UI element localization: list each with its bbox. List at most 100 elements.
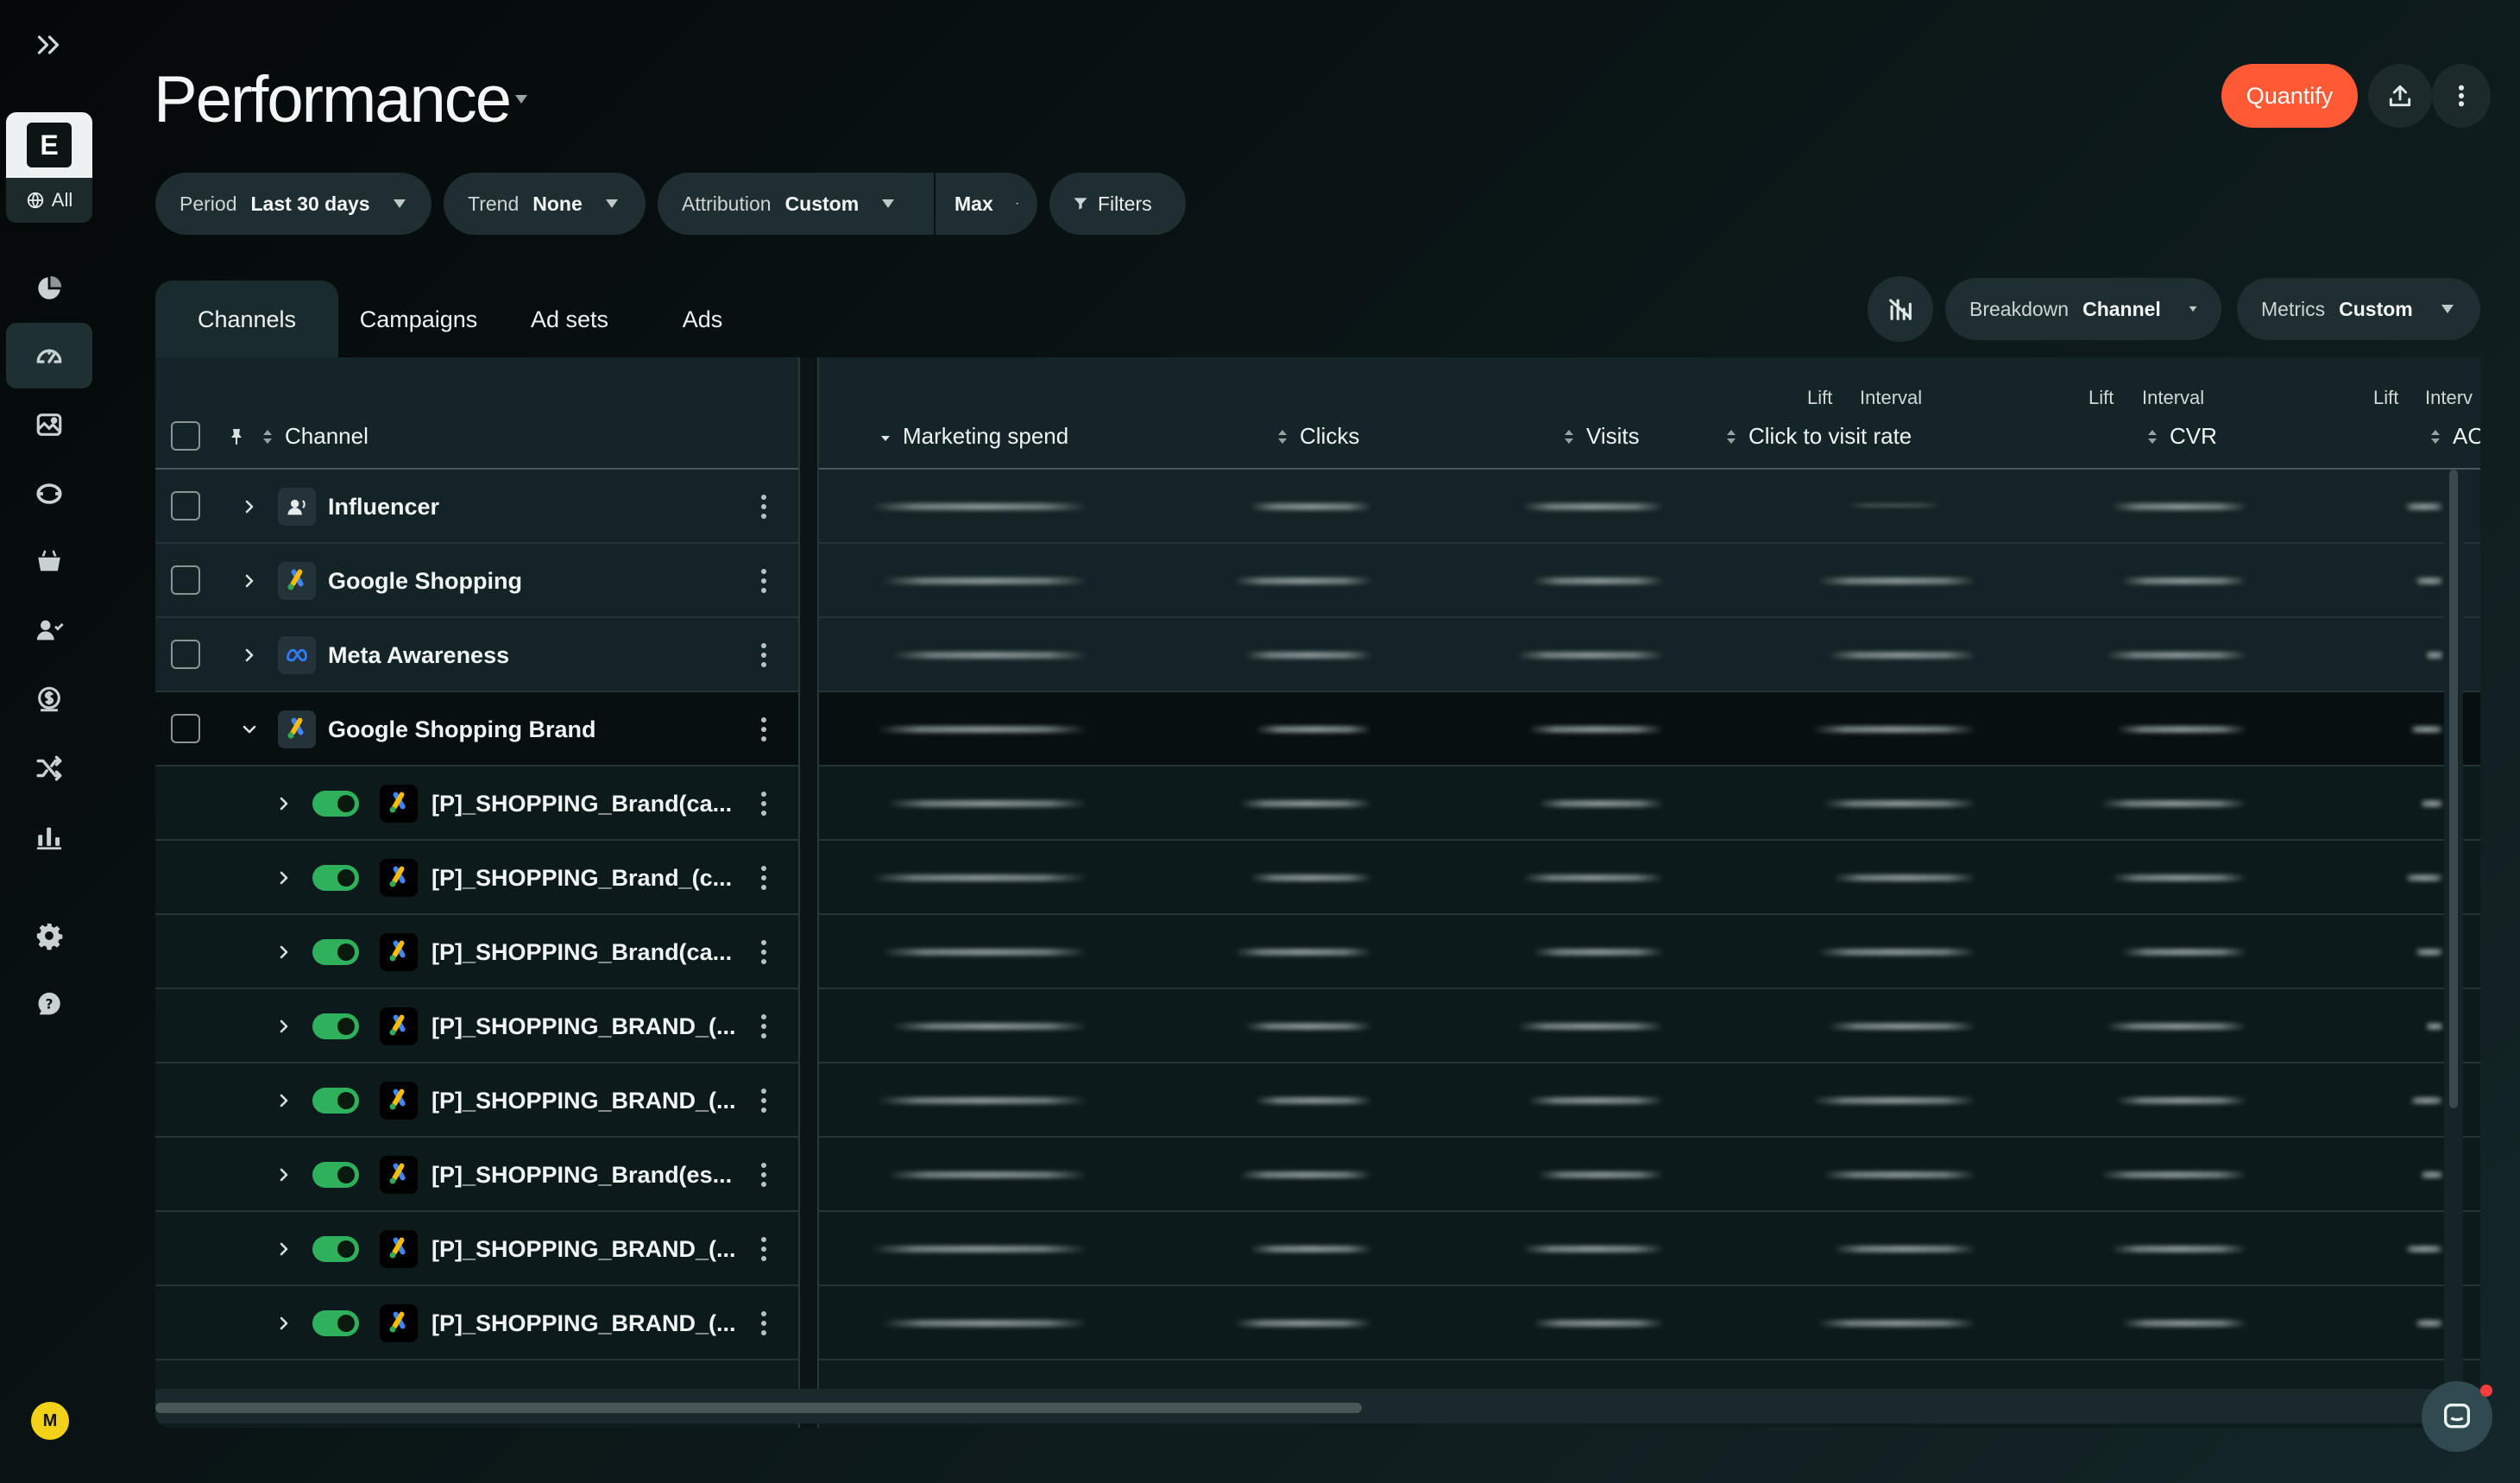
- tab-ad-sets[interactable]: Ad sets: [499, 281, 640, 358]
- nav-settings[interactable]: [6, 903, 92, 969]
- nav-dashboard[interactable]: [6, 256, 92, 321]
- campaign-toggle[interactable]: [312, 791, 359, 817]
- google-ads-icon: [389, 1089, 406, 1110]
- row-more-icon[interactable]: [759, 494, 768, 520]
- chevron-right-icon[interactable]: [274, 794, 293, 813]
- pin-icon[interactable]: [226, 425, 247, 449]
- export-button[interactable]: [2368, 64, 2432, 128]
- period-filter[interactable]: Period Last 30 days: [155, 173, 432, 235]
- row-more-icon[interactable]: [759, 1162, 768, 1188]
- metric-placeholder: [1234, 577, 1372, 584]
- channel-row[interactable]: Google Shopping: [155, 544, 2480, 618]
- filters-button[interactable]: Filters: [1049, 173, 1186, 235]
- column-aov[interactable]: AO: [2430, 423, 2480, 450]
- nav-analytics[interactable]: [6, 805, 92, 870]
- row-more-icon[interactable]: [759, 939, 768, 965]
- title-dropdown-icon[interactable]: [514, 93, 528, 105]
- column-marketing-spend[interactable]: Marketing spend: [880, 423, 1068, 450]
- horizontal-scrollbar[interactable]: [155, 1403, 1362, 1413]
- nav-creatives[interactable]: [6, 392, 92, 458]
- campaign-row[interactable]: [P]_SHOPPING_BRAND_(...: [155, 1212, 2480, 1286]
- channel-row[interactable]: Influencer: [155, 470, 2480, 544]
- tab-campaigns[interactable]: Campaigns: [338, 281, 499, 358]
- campaign-row[interactable]: [P]_SHOPPING_Brand(es...: [155, 1138, 2480, 1212]
- tab-channels[interactable]: Channels: [155, 281, 338, 358]
- column-cvr[interactable]: CVR: [2147, 423, 2217, 450]
- campaign-toggle[interactable]: [312, 1310, 359, 1336]
- tab-ads[interactable]: Ads: [640, 281, 765, 358]
- nav-orbit[interactable]: [6, 461, 92, 527]
- campaign-row[interactable]: [P]_SHOPPING_BRAND_(...: [155, 1063, 2480, 1138]
- frozen-column-divider[interactable]: [798, 357, 819, 1428]
- vertical-scrollbar[interactable]: [2449, 470, 2458, 1108]
- chevron-right-icon[interactable]: [274, 1314, 293, 1333]
- select-all-checkbox[interactable]: [171, 421, 200, 451]
- row-more-icon[interactable]: [759, 568, 768, 594]
- metric-placeholder: [1528, 1097, 1664, 1104]
- channel-row[interactable]: Meta Awareness: [155, 618, 2480, 692]
- row-more-icon[interactable]: [759, 1236, 768, 1262]
- more-options-button[interactable]: [2432, 64, 2491, 128]
- chart-toggle-button[interactable]: [1868, 276, 1933, 342]
- row-more-icon[interactable]: [759, 1310, 768, 1336]
- campaign-toggle[interactable]: [312, 1013, 359, 1039]
- row-more-icon[interactable]: [759, 716, 768, 742]
- chevron-right-icon[interactable]: [240, 646, 259, 665]
- campaign-toggle[interactable]: [312, 1162, 359, 1188]
- metrics-select[interactable]: Metrics Custom: [2237, 278, 2480, 340]
- campaign-row[interactable]: [P]_SHOPPING_Brand_(c...: [155, 841, 2480, 915]
- campaign-row[interactable]: [P]_SHOPPING_BRAND_(...: [155, 1286, 2480, 1360]
- expand-sidebar-icon[interactable]: [33, 29, 64, 60]
- row-checkbox[interactable]: [171, 565, 200, 595]
- metric-placeholder: [1528, 726, 1664, 733]
- attribution-window-filter[interactable]: Max: [936, 173, 1037, 235]
- nav-users[interactable]: [6, 597, 92, 663]
- chevron-right-icon[interactable]: [240, 497, 259, 516]
- quantify-button[interactable]: Quantify: [2221, 64, 2358, 128]
- row-more-icon[interactable]: [759, 642, 768, 668]
- channel-name: Google Shopping: [328, 568, 522, 594]
- chevron-right-icon[interactable]: [240, 571, 259, 590]
- workspace-switcher[interactable]: E All: [6, 112, 92, 223]
- row-more-icon[interactable]: [759, 791, 768, 817]
- metric-placeholder: [2425, 1023, 2444, 1030]
- campaign-toggle[interactable]: [312, 939, 359, 965]
- row-more-icon[interactable]: [759, 1013, 768, 1039]
- user-avatar[interactable]: M: [31, 1402, 69, 1440]
- metric-placeholder: [1239, 800, 1372, 807]
- row-more-icon[interactable]: [759, 865, 768, 891]
- chevron-right-icon[interactable]: [274, 868, 293, 887]
- nav-basket[interactable]: [6, 528, 92, 594]
- row-checkbox[interactable]: [171, 714, 200, 743]
- campaign-row[interactable]: [P]_SHOPPING_Brand(ca...: [155, 915, 2480, 989]
- row-more-icon[interactable]: [759, 1088, 768, 1114]
- attribution-filter[interactable]: Attribution Custom: [658, 173, 934, 235]
- nav-help[interactable]: ?: [6, 972, 92, 1038]
- nav-revenue[interactable]: [6, 666, 92, 732]
- row-checkbox[interactable]: [171, 640, 200, 669]
- breakdown-select[interactable]: Breakdown Channel: [1945, 278, 2221, 340]
- column-visits[interactable]: Visits: [1564, 423, 1640, 450]
- row-checkbox[interactable]: [171, 491, 200, 521]
- workspace-logo: E: [27, 123, 72, 167]
- chevron-right-icon[interactable]: [274, 1091, 293, 1110]
- nav-shuffle[interactable]: [6, 735, 92, 801]
- campaign-toggle[interactable]: [312, 865, 359, 891]
- chevron-down-icon[interactable]: [240, 720, 259, 739]
- column-channel[interactable]: Channel: [262, 423, 369, 450]
- campaign-row[interactable]: [P]_SHOPPING_Brand(ca...: [155, 767, 2480, 841]
- column-clicks[interactable]: Clicks: [1277, 423, 1359, 450]
- trend-filter[interactable]: Trend None: [444, 173, 646, 235]
- metric-placeholder: [872, 874, 1087, 881]
- chevron-right-icon[interactable]: [274, 1017, 293, 1036]
- campaign-toggle[interactable]: [312, 1236, 359, 1262]
- chevron-right-icon[interactable]: [274, 1240, 293, 1259]
- metric-placeholder: [872, 503, 1087, 510]
- campaign-row[interactable]: [P]_SHOPPING_BRAND_(...: [155, 989, 2480, 1063]
- chevron-right-icon[interactable]: [274, 943, 293, 962]
- column-click-to-visit-rate[interactable]: Click to visit rate: [1726, 423, 1912, 450]
- chevron-right-icon[interactable]: [274, 1165, 293, 1184]
- nav-performance[interactable]: [6, 323, 92, 388]
- channel-row[interactable]: Google Shopping Brand: [155, 692, 2480, 767]
- campaign-toggle[interactable]: [312, 1088, 359, 1114]
